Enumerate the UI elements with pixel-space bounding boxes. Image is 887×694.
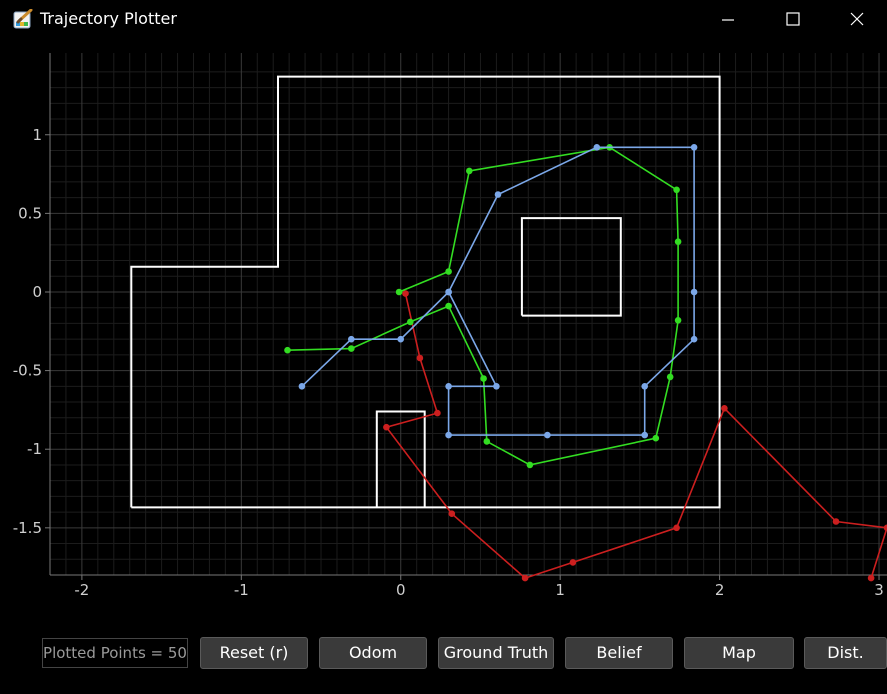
odom-point (402, 290, 409, 297)
trajectory-series (284, 144, 887, 582)
belief-point (641, 431, 648, 439)
odom-point (867, 574, 875, 582)
belief-point (445, 431, 452, 439)
window-title: Trajectory Plotter (40, 9, 177, 28)
ground-truth-point (652, 434, 660, 442)
belief-point (641, 383, 648, 390)
paint-brush-icon (13, 9, 33, 29)
ground-truth-point (407, 318, 414, 326)
reset-button[interactable]: Reset (r) (200, 637, 308, 669)
close-button[interactable] (827, 0, 887, 38)
ground-truth-point (673, 186, 680, 194)
x-tick-label: 2 (715, 581, 725, 599)
x-tick-label: 0 (396, 581, 406, 599)
ground-truth-point (348, 345, 355, 352)
belief-point (690, 335, 698, 343)
y-tick-label: -1.5 (13, 519, 42, 537)
minimize-icon (722, 19, 734, 21)
odom-point (434, 409, 441, 417)
ground-truth-point (674, 317, 682, 324)
minor-grid (49, 53, 887, 576)
odom-toggle-button[interactable]: Odom (319, 637, 427, 669)
x-tick-label: -2 (74, 581, 89, 599)
belief-point (397, 335, 405, 343)
map-wall (520, 217, 622, 317)
belief-line (301, 146, 695, 436)
odom-point (569, 559, 577, 566)
y-tick-label: 0.5 (18, 204, 42, 222)
maximize-icon (786, 12, 800, 26)
belief-toggle-button[interactable]: Belief (565, 637, 673, 669)
belief-series (298, 144, 698, 439)
ground-truth-point (483, 438, 491, 445)
x-tick-label: 1 (555, 581, 565, 599)
title-bar: Trajectory Plotter (0, 0, 887, 40)
ground-truth-point (480, 375, 487, 382)
odom-point (383, 423, 390, 431)
ground-truth-point (674, 238, 682, 245)
ground-truth-point (395, 288, 403, 296)
x-tick-label: -1 (234, 581, 249, 599)
map-toggle-button[interactable]: Map (684, 637, 794, 669)
belief-point (348, 335, 355, 343)
odom-point (721, 405, 728, 412)
ground-truth-point (466, 167, 473, 175)
odom-point (673, 524, 680, 532)
belief-point (544, 431, 551, 439)
odom-point (416, 354, 424, 362)
plot-axes (45, 53, 887, 580)
close-icon (850, 12, 864, 26)
belief-point (690, 144, 698, 151)
belief-point (298, 383, 306, 390)
dist-toggle-button[interactable]: Dist. (804, 637, 887, 669)
y-tick-label: -0.5 (13, 362, 42, 380)
trajectory-plot[interactable]: -2 -1 0 1 2 3 1 0.5 0 -0.5 -1 -1.5 (0, 40, 887, 600)
belief-point (593, 144, 601, 151)
odom-point (521, 574, 529, 582)
odom-point (832, 518, 840, 525)
y-tick-label: 1 (32, 126, 42, 144)
ground-truth-point (445, 268, 452, 275)
ground-truth-toggle-button[interactable]: Ground Truth (438, 637, 554, 669)
belief-point (494, 191, 502, 198)
minimize-button[interactable] (698, 0, 758, 38)
control-bar: Plotted Points = 50 Reset (r) Odom Groun… (0, 630, 887, 678)
belief-point (445, 288, 452, 296)
ground-truth-point (526, 461, 534, 469)
y-tick-label: -1 (27, 440, 42, 458)
ground-truth-point (666, 373, 674, 381)
ground-truth-point (284, 346, 291, 354)
belief-point (690, 288, 698, 296)
belief-point (493, 383, 500, 390)
ground-truth-line (287, 146, 679, 466)
x-tick-label: 3 (874, 581, 884, 599)
maximize-button[interactable] (763, 0, 823, 38)
y-tick-label: 0 (32, 283, 42, 301)
ground-truth-series (284, 144, 682, 469)
plotted-points-counter: Plotted Points = 50 (42, 638, 188, 668)
belief-point (445, 383, 452, 390)
ground-truth-point (445, 302, 452, 310)
odom-point (448, 510, 456, 517)
